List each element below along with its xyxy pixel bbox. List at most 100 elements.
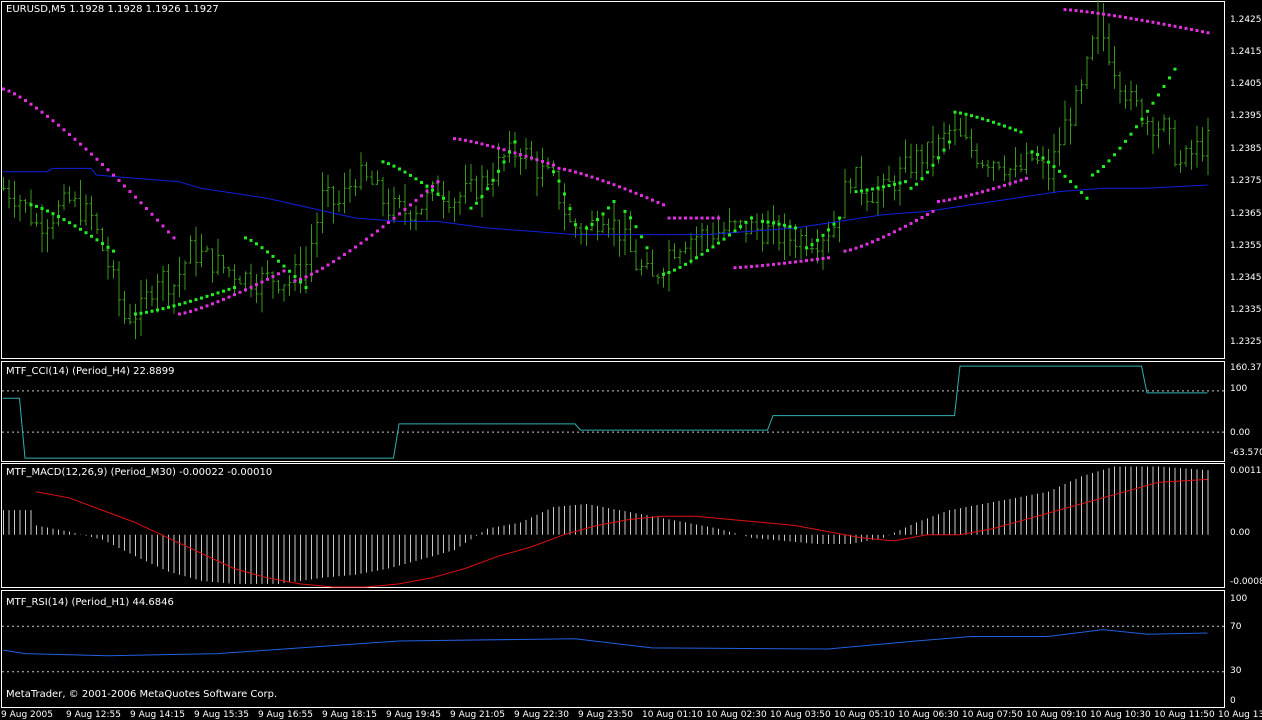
sar-dot-magenta — [35, 106, 38, 110]
rsi-series — [2, 629, 1208, 657]
sar-dot-green — [788, 225, 792, 229]
sar-dot-green — [865, 188, 869, 192]
price-candles — [1, 0, 1210, 340]
sar-dot-green — [205, 294, 209, 298]
sar-dot-green — [695, 256, 698, 260]
sar-dot-magenta — [2, 87, 5, 91]
sar-dot-green — [508, 150, 511, 154]
time-tick: 9 Aug 23:50 — [578, 710, 633, 720]
sar-dot-magenta — [788, 261, 792, 265]
sar-dot-magenta — [816, 257, 819, 261]
sar-dot-green — [1124, 139, 1127, 143]
sar-dot-green — [150, 309, 154, 313]
sar-dot-green — [112, 249, 115, 253]
cci-line — [3, 365, 1208, 459]
sar-dot-magenta — [915, 219, 918, 223]
sar-dot-magenta — [920, 216, 924, 220]
sar-dot-magenta — [299, 277, 302, 281]
sar-dot-green — [959, 111, 962, 115]
sar-dot-magenta — [623, 187, 627, 191]
sar-dot-green — [95, 238, 99, 242]
cci-tick: -63.5705 — [1230, 448, 1262, 458]
sar-dot-magenta — [222, 297, 225, 301]
sar-dot-green — [970, 114, 973, 118]
sar-dot-magenta — [365, 237, 368, 241]
sar-dot-green — [860, 189, 863, 193]
sar-dot-magenta — [541, 159, 544, 163]
price-tick: 1.2395 — [1230, 111, 1262, 121]
sar-dot-magenta — [1157, 21, 1160, 25]
sar-dot-magenta — [1151, 20, 1155, 24]
sar-dot-green — [68, 221, 71, 225]
sar-dot-green — [172, 304, 176, 308]
sar-dot-green — [750, 216, 753, 220]
sar-dot-magenta — [431, 184, 434, 188]
sar-dot-green — [497, 169, 500, 173]
parabolic-sar — [2, 8, 1210, 316]
sar-dot-green — [728, 233, 731, 237]
sar-dot-green — [101, 242, 104, 246]
sar-dot-green — [920, 177, 924, 181]
sar-dot-green — [442, 196, 445, 200]
sar-dot-green — [1041, 156, 1045, 160]
sar-dot-magenta — [161, 224, 165, 228]
sar-dot-green — [552, 170, 555, 174]
sar-dot-magenta — [821, 256, 825, 260]
sar-dot-magenta — [205, 304, 209, 308]
sar-dot-green — [46, 209, 49, 213]
sar-dot-magenta — [255, 283, 258, 287]
sar-dot-green — [1052, 165, 1056, 169]
sar-dot-magenta — [711, 216, 715, 220]
sar-dot-magenta — [370, 233, 374, 237]
price-tick: 1.2335 — [1230, 305, 1262, 315]
sar-dot-magenta — [409, 203, 412, 207]
sar-dot-green — [1107, 159, 1111, 163]
sar-dot-magenta — [898, 227, 902, 231]
rsi-tick: 0 — [1230, 696, 1236, 706]
time-tick: 9 Aug 15:35 — [194, 710, 249, 720]
sar-dot-magenta — [145, 207, 148, 211]
sar-dot-green — [299, 280, 302, 284]
sar-dot-magenta — [772, 262, 775, 266]
sar-dot-magenta — [849, 248, 852, 252]
sar-dot-green — [739, 225, 742, 229]
level-lines — [2, 390, 1224, 673]
main-chart-title: EURUSD,M5 1.1928 1.1928 1.1926 1.1927 — [6, 4, 219, 15]
sar-dot-magenta — [590, 175, 594, 179]
sar-dot-green — [469, 206, 473, 210]
sar-dot-magenta — [90, 152, 93, 156]
sar-dot-green — [937, 156, 940, 160]
sar-dot-magenta — [13, 92, 16, 96]
sar-dot-green — [57, 215, 60, 219]
sar-dot-green — [596, 218, 599, 222]
time-tick: 9 Aug 19:45 — [386, 710, 441, 720]
sar-dot-magenta — [216, 300, 220, 304]
rsi-tick: 70 — [1230, 622, 1242, 632]
sar-dot-green — [783, 223, 786, 227]
sar-dot-magenta — [667, 216, 671, 220]
cci-series — [3, 365, 1208, 459]
sar-dot-magenta — [497, 146, 500, 150]
sar-dot-magenta — [194, 308, 198, 312]
sar-dot-green — [398, 167, 401, 171]
sar-dot-green — [266, 250, 269, 254]
sar-dot-green — [733, 229, 737, 233]
sar-dot-green — [1030, 150, 1034, 154]
sar-dot-magenta — [882, 235, 885, 239]
sar-dot-green — [1129, 132, 1133, 136]
sar-dot-magenta — [436, 180, 440, 184]
sar-dot-green — [79, 227, 82, 231]
sar-dot-magenta — [1118, 15, 1122, 19]
sar-dot-magenta — [585, 173, 588, 177]
sar-dot-magenta — [1085, 10, 1089, 14]
sar-dot-magenta — [579, 172, 583, 176]
sar-dot-magenta — [480, 142, 484, 146]
sar-dot-magenta — [629, 189, 632, 193]
sar-dot-green — [931, 163, 935, 167]
sar-dot-magenta — [860, 244, 863, 248]
sar-dot-magenta — [464, 138, 467, 142]
sar-dot-green — [1080, 190, 1083, 194]
sar-dot-magenta — [552, 163, 555, 167]
sar-dot-magenta — [293, 279, 297, 283]
sar-dot-green — [161, 307, 165, 311]
